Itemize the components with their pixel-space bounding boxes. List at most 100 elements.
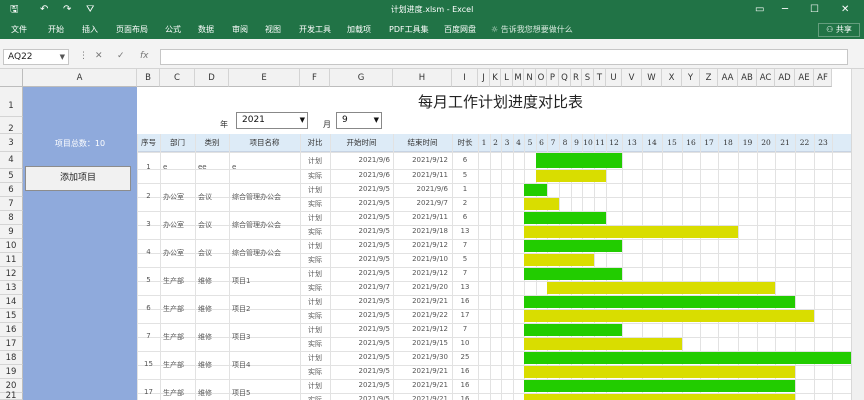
day-number: 15: [667, 138, 677, 147]
row-header-14[interactable]: 14: [0, 295, 23, 309]
column-header-P[interactable]: P: [547, 69, 559, 87]
column-header-H[interactable]: H: [393, 69, 452, 87]
row-header-16[interactable]: 16: [0, 323, 23, 337]
row-header-11[interactable]: 11: [0, 253, 23, 267]
column-header-I[interactable]: I: [452, 69, 478, 87]
row-header-9[interactable]: 9: [0, 225, 23, 239]
column-header-E[interactable]: E: [229, 69, 300, 87]
column-header-U[interactable]: U: [606, 69, 622, 87]
tab-baidu-netdisk[interactable]: 百度网盘: [444, 24, 476, 35]
day-number: 13: [627, 138, 637, 147]
project-name[interactable]: 项目2: [232, 304, 301, 314]
row-header-3[interactable]: 3: [0, 134, 23, 152]
column-header-Z[interactable]: Z: [700, 69, 718, 87]
tab-data[interactable]: 数据: [198, 24, 214, 35]
row-header-1[interactable]: 1: [0, 87, 23, 117]
row-header-2[interactable]: 2: [0, 117, 23, 134]
share-button[interactable]: ⚇ 共享: [818, 23, 860, 37]
minimize-icon[interactable]: ─: [782, 3, 788, 17]
column-header-S[interactable]: S: [582, 69, 594, 87]
grid-line-h: [137, 267, 864, 268]
project-name[interactable]: 项目4: [232, 360, 301, 370]
column-header-R[interactable]: R: [571, 69, 582, 87]
column-header-X[interactable]: X: [662, 69, 682, 87]
restore-icon[interactable]: ▭: [755, 3, 764, 17]
chevron-down-icon[interactable]: ▼: [60, 50, 65, 64]
tab-developer[interactable]: 开发工具: [299, 24, 331, 35]
column-header-AF[interactable]: AF: [814, 69, 832, 87]
column-header-AB[interactable]: AB: [738, 69, 757, 87]
project-name[interactable]: 综合管理办公会: [232, 192, 301, 202]
tab-home[interactable]: 开始: [48, 24, 64, 35]
tab-page-layout[interactable]: 页面布局: [116, 24, 148, 35]
row-header-6[interactable]: 6: [0, 183, 23, 197]
add-project-button[interactable]: 添加项目: [25, 166, 131, 191]
project-name[interactable]: 项目1: [232, 276, 301, 286]
column-header-M[interactable]: M: [513, 69, 524, 87]
tab-file[interactable]: 文件: [11, 24, 27, 35]
column-header-AA[interactable]: AA: [718, 69, 738, 87]
compare-type: 实际: [308, 228, 322, 236]
tab-addins[interactable]: 加载项: [347, 24, 371, 35]
row-header-13[interactable]: 13: [0, 281, 23, 295]
row-header-7[interactable]: 7: [0, 197, 23, 211]
formula-input[interactable]: [160, 49, 848, 65]
row-header-12[interactable]: 12: [0, 267, 23, 281]
enter-icon[interactable]: ✓: [117, 51, 125, 61]
column-header-B[interactable]: B: [137, 69, 160, 87]
row-header-10[interactable]: 10: [0, 239, 23, 253]
column-header-Q[interactable]: Q: [559, 69, 571, 87]
tab-pdf-tools[interactable]: PDF工具集: [389, 24, 429, 35]
column-header-G[interactable]: G: [330, 69, 393, 87]
project-name[interactable]: 综合管理办公会: [232, 220, 301, 230]
day-number: 8: [562, 138, 568, 147]
row-header-4[interactable]: 4: [0, 152, 23, 169]
column-header-W[interactable]: W: [642, 69, 662, 87]
start-date: 2021/9/6: [358, 155, 390, 164]
cancel-icon[interactable]: ✕: [95, 51, 103, 61]
project-name[interactable]: 项目3: [232, 332, 301, 342]
row-header-8[interactable]: 8: [0, 211, 23, 225]
column-header-O[interactable]: O: [536, 69, 547, 87]
column-header-C[interactable]: C: [160, 69, 195, 87]
project-dept: e: [163, 162, 168, 171]
column-header-A[interactable]: A: [23, 69, 137, 87]
column-header-L[interactable]: L: [501, 69, 513, 87]
tab-insert[interactable]: 插入: [82, 24, 98, 35]
tab-review[interactable]: 审阅: [232, 24, 248, 35]
column-header-F[interactable]: F: [300, 69, 330, 87]
day-number: 7: [550, 138, 556, 147]
row-header-5[interactable]: 5: [0, 169, 23, 183]
project-name[interactable]: 项目5: [232, 388, 301, 398]
year-select[interactable]: 2021 ▼: [236, 112, 308, 129]
row-header-17[interactable]: 17: [0, 337, 23, 351]
project-name[interactable]: 综合管理办公会: [232, 248, 301, 258]
tab-formulas[interactable]: 公式: [165, 24, 181, 35]
column-header-AE[interactable]: AE: [795, 69, 814, 87]
project-seq: 17: [144, 388, 153, 396]
column-header-V[interactable]: V: [622, 69, 642, 87]
column-header-AD[interactable]: AD: [775, 69, 795, 87]
select-all-corner[interactable]: [0, 69, 23, 87]
column-header-T[interactable]: T: [594, 69, 606, 87]
month-select[interactable]: 9 ▼: [336, 112, 382, 129]
project-name[interactable]: e: [232, 163, 301, 171]
column-header-K[interactable]: K: [490, 69, 501, 87]
project-dept: 生产部: [163, 333, 184, 341]
column-header-J[interactable]: J: [478, 69, 490, 87]
column-header-N[interactable]: N: [524, 69, 536, 87]
row-header-21[interactable]: 21: [0, 392, 23, 400]
tell-me-search[interactable]: ☼ 告诉我您想要做什么: [491, 24, 573, 35]
maximize-icon[interactable]: ☐: [810, 3, 819, 17]
name-box[interactable]: AQ22 ▼: [3, 49, 69, 65]
column-header-AC[interactable]: AC: [757, 69, 775, 87]
row-header-15[interactable]: 15: [0, 309, 23, 323]
close-icon[interactable]: ✕: [841, 3, 849, 17]
row-header-19[interactable]: 19: [0, 365, 23, 379]
column-header-Y[interactable]: Y: [682, 69, 700, 87]
tab-view[interactable]: 视图: [265, 24, 281, 35]
column-header-D[interactable]: D: [195, 69, 229, 87]
vertical-scrollbar[interactable]: [851, 69, 864, 400]
function-icon[interactable]: fx: [140, 51, 149, 61]
row-header-18[interactable]: 18: [0, 351, 23, 365]
